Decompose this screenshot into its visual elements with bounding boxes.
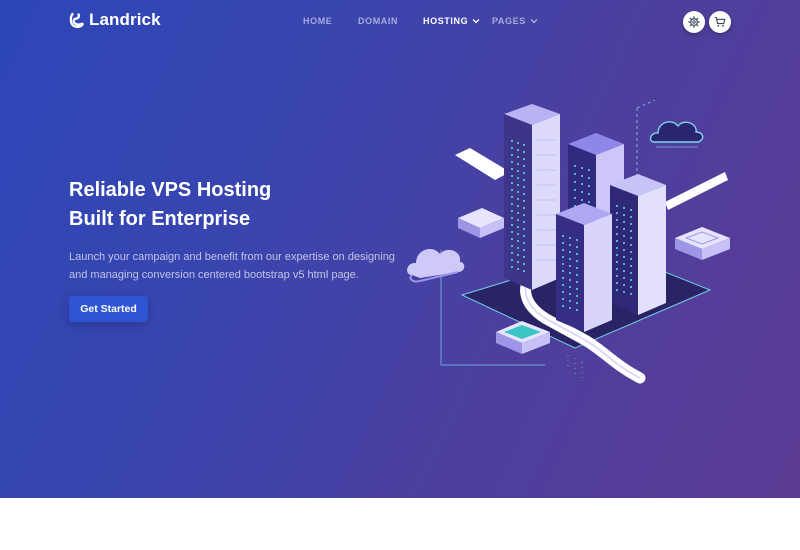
road — [455, 148, 510, 180]
nav-item-label: PAGES — [492, 16, 526, 26]
cart-icon — [714, 16, 726, 27]
isometric-city-illustration — [407, 100, 730, 384]
cloud-icon — [649, 121, 704, 143]
nav-item-home[interactable]: HOME — [303, 16, 332, 26]
hosting-illustration — [400, 100, 740, 400]
cart-button[interactable] — [709, 11, 731, 33]
main-nav: HOME DOMAIN HOSTING PAGES — [0, 16, 800, 28]
hero-section: Landrick HOME DOMAIN HOSTING PAGES Relia… — [0, 0, 800, 498]
chevron-down-icon — [530, 19, 538, 24]
hero-title-line-2: Built for Enterprise — [69, 208, 251, 230]
nav-item-pages[interactable]: PAGES — [492, 16, 538, 26]
gear-icon — [688, 16, 700, 28]
nav-item-label: HOME — [303, 16, 333, 26]
nav-item-label: DOMAIN — [358, 16, 399, 26]
nav-item-domain[interactable]: DOMAIN — [358, 16, 398, 26]
nav-item-label: HOSTING — [423, 16, 469, 26]
chevron-down-icon — [472, 19, 480, 24]
settings-button[interactable] — [683, 11, 705, 33]
get-started-button[interactable]: Get Started — [69, 296, 148, 322]
road — [665, 172, 728, 210]
hero-description: Launch your campaign and benefit from ou… — [69, 251, 395, 281]
nav-item-hosting[interactable]: HOSTING — [423, 16, 480, 26]
hero-title-line-1: Reliable VPS Hosting — [69, 179, 272, 201]
cloud-icon — [407, 248, 465, 278]
hero-title: Reliable VPS Hosting Built for Enterpris… — [69, 176, 271, 234]
